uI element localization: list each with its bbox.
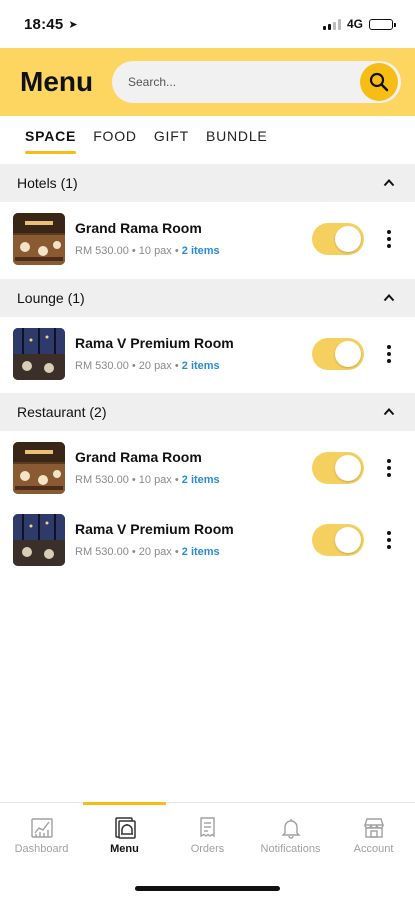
item-text: Rama V Premium Room RM 530.00 • 20 pax •…: [75, 521, 305, 560]
room-thumbnail: [13, 442, 65, 494]
room-thumbnail: [13, 213, 65, 265]
nav-label: Menu: [110, 843, 139, 855]
nav-account[interactable]: Account: [332, 803, 415, 864]
network-type: 4G: [346, 17, 363, 31]
app-header: Menu: [0, 48, 415, 116]
chart-icon: [30, 818, 53, 838]
toggle-knob: [335, 226, 361, 252]
room-thumbnail: [13, 514, 65, 566]
tab-bundle[interactable]: BUNDLE: [206, 116, 268, 164]
availability-toggle[interactable]: [312, 223, 364, 255]
more-options-icon[interactable]: [383, 457, 395, 479]
nav-label: Account: [353, 843, 394, 855]
item-meta: RM 530.00 • 20 pax •: [75, 359, 182, 372]
item-meta: RM 530.00 • 20 pax •: [75, 545, 182, 558]
item-meta: RM 530.00 • 10 pax •: [75, 473, 182, 486]
item-text: Rama V Premium Room RM 530.00 • 20 pax •…: [75, 335, 305, 374]
bottom-navigation: Dashboard Menu Orders Notifications Acco…: [0, 802, 415, 864]
item-text: Grand Rama Room RM 530.00 • 10 pax • 2 i…: [75, 449, 305, 488]
list-item[interactable]: Rama V Premium Room RM 530.00 • 20 pax •…: [0, 510, 415, 570]
more-options-icon[interactable]: [383, 228, 395, 250]
toggle-knob: [335, 341, 361, 367]
store-icon: [363, 818, 384, 838]
item-text: Grand Rama Room RM 530.00 • 10 pax • 2 i…: [75, 220, 305, 259]
list-item[interactable]: Grand Rama Room RM 530.00 • 10 pax • 2 i…: [0, 209, 415, 269]
items-link[interactable]: 2 items: [182, 360, 220, 372]
category-tabs: SPACE FOOD GIFT BUNDLE: [0, 116, 415, 164]
toggle-knob: [335, 527, 361, 553]
bell-icon: [280, 819, 301, 839]
item-name: Grand Rama Room: [75, 219, 202, 236]
nav-label: Notifications: [260, 843, 321, 855]
tab-space[interactable]: SPACE: [25, 116, 77, 164]
tab-food[interactable]: FOOD: [93, 116, 137, 164]
item-name: Grand Rama Room: [75, 448, 202, 465]
chevron-up-icon: [383, 294, 395, 302]
receipt-icon: [199, 817, 215, 838]
item-meta: RM 530.00 • 10 pax •: [75, 244, 182, 257]
page-title: Menu: [20, 66, 94, 97]
nav-menu[interactable]: Menu: [83, 802, 166, 864]
location-arrow-icon: ➤: [68, 18, 78, 31]
status-time: 18:45: [24, 15, 64, 33]
more-options-icon[interactable]: [383, 343, 395, 365]
search-bar[interactable]: [112, 61, 401, 103]
menu-book-icon: [114, 817, 136, 839]
menu-screen: 18:45 ➤ 4G Menu SPACE FOOD GIFT BUNDLE: [0, 0, 415, 900]
status-time-group: 18:45 ➤: [24, 16, 78, 33]
section-header-restaurant[interactable]: Restaurant (2): [0, 393, 415, 431]
more-options-icon[interactable]: [383, 529, 395, 551]
status-indicators: 4G: [322, 17, 396, 31]
nav-label: Dashboard: [14, 843, 69, 855]
status-bar: 18:45 ➤ 4G: [0, 0, 415, 48]
battery-icon: [369, 18, 396, 30]
item-name: Rama V Premium Room: [75, 334, 234, 351]
signal-icon: [322, 18, 341, 30]
nav-orders[interactable]: Orders: [166, 803, 249, 864]
items-link[interactable]: 2 items: [182, 546, 220, 558]
section-header-hotels[interactable]: Hotels (1): [0, 164, 415, 202]
list-item[interactable]: Grand Rama Room RM 530.00 • 10 pax • 2 i…: [0, 438, 415, 498]
section-title: Lounge (1): [17, 290, 85, 306]
nav-dashboard[interactable]: Dashboard: [0, 803, 83, 864]
section-title: Hotels (1): [17, 175, 78, 191]
search-icon: [369, 72, 389, 92]
search-button[interactable]: [360, 63, 398, 101]
room-thumbnail: [13, 328, 65, 380]
availability-toggle[interactable]: [312, 338, 364, 370]
search-input[interactable]: [128, 75, 360, 89]
toggle-knob: [335, 455, 361, 481]
tab-gift[interactable]: GIFT: [154, 116, 189, 164]
items-link[interactable]: 2 items: [182, 245, 220, 257]
availability-toggle[interactable]: [312, 524, 364, 556]
nav-notifications[interactable]: Notifications: [249, 803, 332, 864]
list-item[interactable]: Rama V Premium Room RM 530.00 • 20 pax •…: [0, 324, 415, 384]
section-header-lounge[interactable]: Lounge (1): [0, 279, 415, 317]
availability-toggle[interactable]: [312, 452, 364, 484]
section-title: Restaurant (2): [17, 404, 107, 420]
home-indicator[interactable]: [135, 886, 280, 891]
item-name: Rama V Premium Room: [75, 520, 234, 537]
chevron-up-icon: [383, 408, 395, 416]
nav-label: Orders: [190, 843, 225, 855]
chevron-up-icon: [383, 179, 395, 187]
items-link[interactable]: 2 items: [182, 474, 220, 486]
